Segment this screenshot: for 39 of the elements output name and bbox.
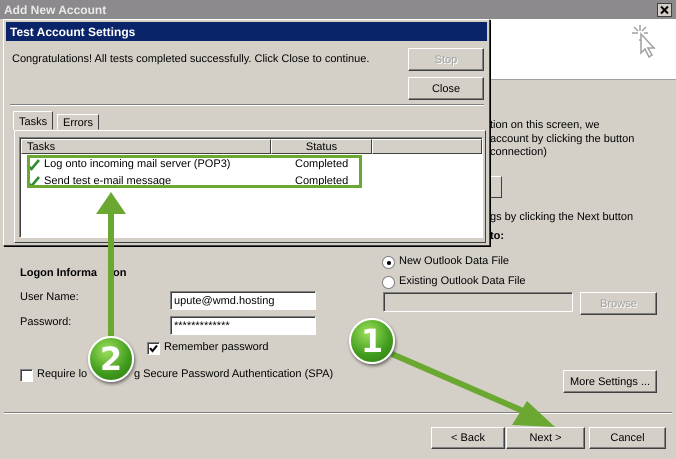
column-header: Status [271, 139, 372, 154]
instruction-text: tion on this screen, we [490, 119, 600, 131]
close-button[interactable]: Close [408, 77, 484, 100]
radio-button[interactable] [382, 256, 395, 269]
tab[interactable]: Tasks [13, 111, 54, 130]
more-settings-button[interactable]: More Settings ... [563, 370, 657, 393]
task-status: Completed [295, 158, 348, 170]
radio-label: New Outlook Data File [399, 255, 510, 267]
instruction-text: connection) [490, 146, 547, 158]
section-heading: Logon Informa [20, 267, 97, 279]
task-status: Completed [295, 175, 348, 187]
dialog-title: Test Account Settings [6, 22, 487, 41]
cancel-button[interactable]: Cancel [589, 427, 666, 449]
task-name: Log onto incoming mail server (POP3) [44, 158, 230, 170]
instruction-text: account by clicking the button [490, 132, 634, 144]
radio-button[interactable] [382, 276, 395, 289]
checkbox[interactable] [20, 369, 33, 382]
user-name-field[interactable]: upute@wmd.hosting [170, 291, 316, 310]
field-label: User Name: [20, 291, 79, 303]
task-name: Send test e-mail message [44, 175, 172, 187]
tab[interactable]: Errors [57, 114, 99, 130]
section-heading: to: [490, 230, 504, 242]
step-badge: 1 [349, 318, 395, 364]
column-header: Tasks [21, 139, 271, 154]
window-title: Add New Account [4, 2, 106, 16]
checkbox-label: Remember password [164, 341, 269, 353]
data-file-field[interactable] [383, 292, 573, 312]
next-button[interactable]: Next > [506, 427, 585, 449]
dialog-message: Congratulations! All tests completed successfully. Click Close to continue. [12, 53, 370, 65]
password-field[interactable]: ************* [170, 316, 316, 335]
field-label: Password: [20, 316, 72, 328]
checkbox-label: Require lo [37, 368, 88, 380]
section-heading: on [113, 267, 126, 279]
close-icon[interactable] [657, 2, 672, 16]
checkbox-label: g Secure Password Authentication (SPA) [134, 368, 334, 380]
back-button[interactable]: < Back [431, 427, 505, 449]
step-badge: 2 [88, 336, 134, 382]
checkbox[interactable] [147, 342, 160, 355]
radio-label: Existing Outlook Data File [399, 275, 526, 287]
